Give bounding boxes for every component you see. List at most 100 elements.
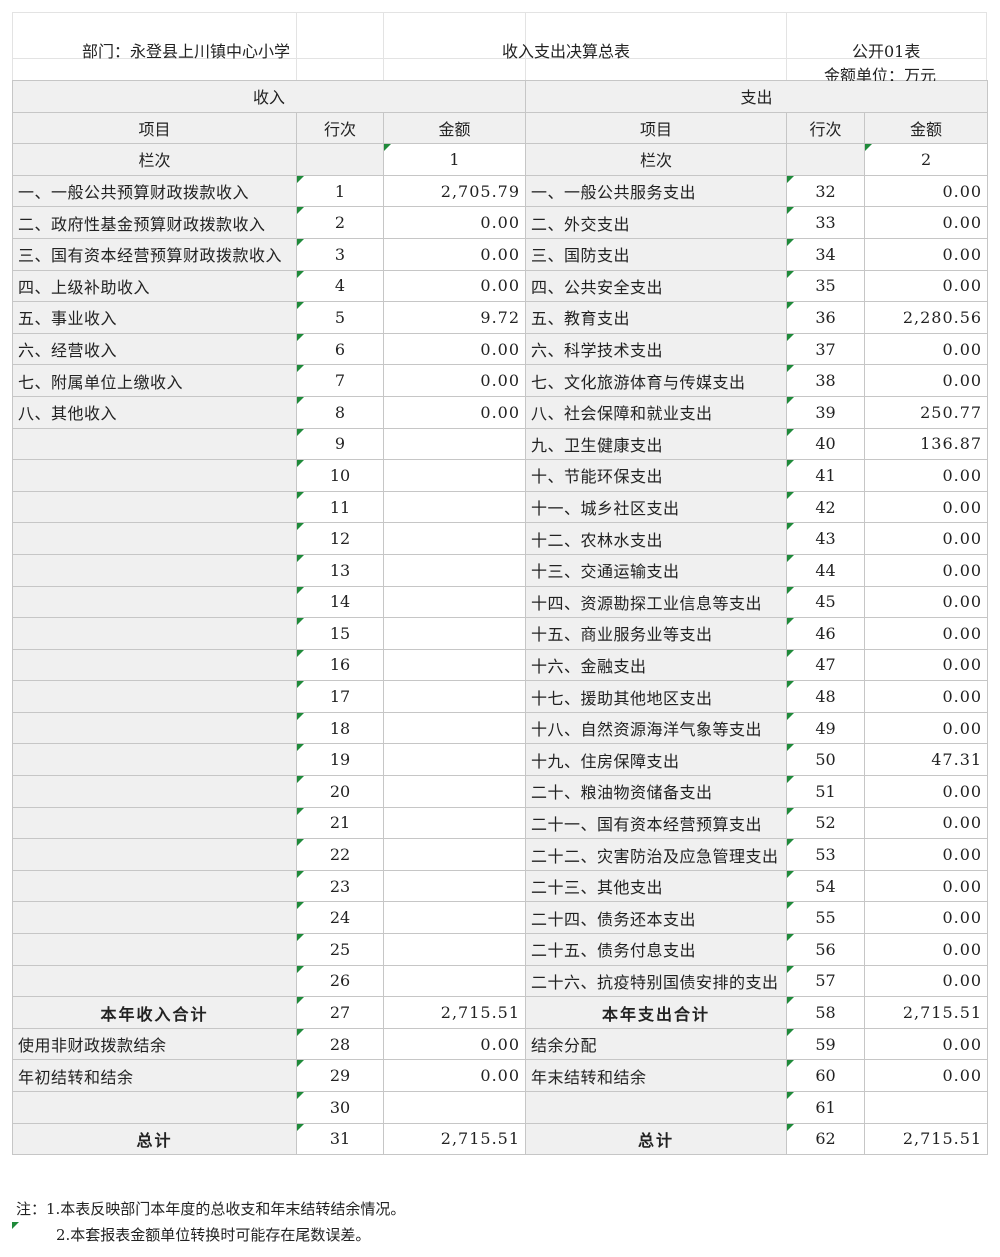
income-item: 五、事业收入 <box>12 301 297 334</box>
expense-amount: 0.00 <box>864 901 989 935</box>
income-row-number: 20 <box>296 775 384 808</box>
table-row: 16 十六、金融支出 47 0.00 <box>12 648 989 682</box>
expense-amount: 0.00 <box>864 553 989 587</box>
income-item: 一、一般公共预算财政拨款收入 <box>12 174 297 208</box>
table-row: 17 十七、援助其他地区支出 48 0.00 <box>12 680 989 713</box>
income-amount: 0.00 <box>382 1027 527 1061</box>
income-item <box>12 869 297 903</box>
income-row-number: 30 <box>296 1091 384 1124</box>
expense-amount: 0.00 <box>864 838 989 871</box>
income-row-number: 26 <box>296 964 384 998</box>
expense-row-number: 42 <box>786 490 866 524</box>
table-row: 使用非财政拨款结余 28 0.00 结余分配 59 0.00 <box>12 1027 989 1061</box>
income-item <box>12 585 297 619</box>
expense-column-index: 2 <box>864 143 989 176</box>
expense-item: 五、教育支出 <box>525 301 788 334</box>
expense-amount: 0.00 <box>864 1059 989 1092</box>
column-header-row: 项目 行次 金额 项目 行次 金额 <box>12 111 989 145</box>
income-amount <box>382 459 527 492</box>
income-amount <box>382 617 527 650</box>
income-amount <box>382 648 527 682</box>
expense-item: 十、节能环保支出 <box>525 459 788 492</box>
income-row-number: 7 <box>296 364 384 397</box>
income-item: 年初结转和结余 <box>12 1059 297 1092</box>
income-row-number: 19 <box>296 743 384 777</box>
income-row-number: 22 <box>296 838 384 871</box>
expense-item: 十九、住房保障支出 <box>525 743 788 777</box>
income-amount: 2,715.51 <box>382 996 527 1029</box>
department-label: 部门：永登县上川镇中心小学 <box>82 42 291 61</box>
expense-amount: 0.00 <box>864 711 989 745</box>
income-row-number: 21 <box>296 806 384 840</box>
expense-row-number: 41 <box>786 459 866 492</box>
expense-item: 结余分配 <box>525 1027 788 1061</box>
expense-item: 六、科学技术支出 <box>525 332 788 366</box>
expense-row-number: 55 <box>786 901 866 935</box>
expense-row-number: 36 <box>786 301 866 334</box>
expense-item: 一、一般公共服务支出 <box>525 174 788 208</box>
income-item: 二、政府性基金预算财政拨款收入 <box>12 206 297 239</box>
expense-row-number: 59 <box>786 1027 866 1061</box>
income-item: 总计 <box>12 1122 297 1156</box>
income-amount: 0.00 <box>382 332 527 366</box>
expense-row-number: 56 <box>786 933 866 966</box>
note-2: 2.本套报表金额单位转换时可能存在尾数误差。 <box>56 1226 371 1244</box>
income-item: 四、上级补助收入 <box>12 269 297 303</box>
expense-row-number: 37 <box>786 332 866 366</box>
expense-amount: 0.00 <box>864 933 989 966</box>
income-amount <box>382 711 527 745</box>
expense-row-number: 49 <box>786 711 866 745</box>
income-amount: 0.00 <box>382 364 527 397</box>
expense-row-number: 60 <box>786 1059 866 1092</box>
expense-amount-header: 金额 <box>864 111 989 145</box>
expense-row-number: 45 <box>786 585 866 619</box>
income-item <box>12 933 297 966</box>
notes: 注：1.本表反映部门本年度的总收支和年末结转结余情况。 2.本套报表金额单位转换… <box>16 1196 405 1248</box>
expense-item <box>525 1091 788 1124</box>
table-row: 三、国有资本经营预算财政拨款收入 3 0.00 三、国防支出 34 0.00 <box>12 237 989 271</box>
income-amount <box>382 901 527 935</box>
table-row: 四、上级补助收入 4 0.00 四、公共安全支出 35 0.00 <box>12 269 989 303</box>
income-amount <box>382 553 527 587</box>
expense-amount: 0.00 <box>864 522 989 555</box>
expense-amount: 2,280.56 <box>864 301 989 334</box>
table-row: 五、事业收入 5 9.72 五、教育支出 36 2,280.56 <box>12 301 989 334</box>
expense-item: 十七、援助其他地区支出 <box>525 680 788 713</box>
expense-row-number: 48 <box>786 680 866 713</box>
expense-item: 二十、粮油物资储备支出 <box>525 775 788 808</box>
expense-amount: 136.87 <box>864 427 989 461</box>
income-row-number: 16 <box>296 648 384 682</box>
expense-amount: 2,715.51 <box>864 1122 989 1156</box>
income-item <box>12 964 297 998</box>
expense-amount: 0.00 <box>864 585 989 619</box>
income-amount <box>382 680 527 713</box>
income-item <box>12 838 297 871</box>
report-header: 部门：永登县上川镇中心小学 收入支出决算总表 公开01表 金额单位：万元 <box>12 12 987 85</box>
income-item <box>12 617 297 650</box>
table-row: 23 二十三、其他支出 54 0.00 <box>12 869 989 903</box>
income-row-number: 12 <box>296 522 384 555</box>
income-amount: 9.72 <box>382 301 527 334</box>
expense-section: 支出 <box>525 80 989 113</box>
income-row-number: 9 <box>296 427 384 461</box>
income-row-number: 5 <box>296 301 384 334</box>
income-amount <box>382 964 527 998</box>
income-amount <box>382 585 527 619</box>
expense-row-number: 39 <box>786 395 866 429</box>
income-item: 六、经营收入 <box>12 332 297 366</box>
expense-amount: 2,715.51 <box>864 996 989 1029</box>
expense-item: 二十四、债务还本支出 <box>525 901 788 935</box>
income-item-header: 项目 <box>12 111 297 145</box>
income-amount: 0.00 <box>382 395 527 429</box>
income-row-number: 8 <box>296 395 384 429</box>
income-row-number: 15 <box>296 617 384 650</box>
expense-amount: 0.00 <box>864 490 989 524</box>
table-row: 26 二十六、抗疫特别国债安排的支出 57 0.00 <box>12 964 989 998</box>
note-1: 注：1.本表反映部门本年度的总收支和年末结转结余情况。 <box>16 1200 406 1218</box>
table-row: 15 十五、商业服务业等支出 46 0.00 <box>12 617 989 650</box>
expense-amount: 0.00 <box>864 364 989 397</box>
expense-amount: 250.77 <box>864 395 989 429</box>
expense-amount <box>864 1091 989 1124</box>
income-row-number: 13 <box>296 553 384 587</box>
expense-amount: 47.31 <box>864 743 989 777</box>
